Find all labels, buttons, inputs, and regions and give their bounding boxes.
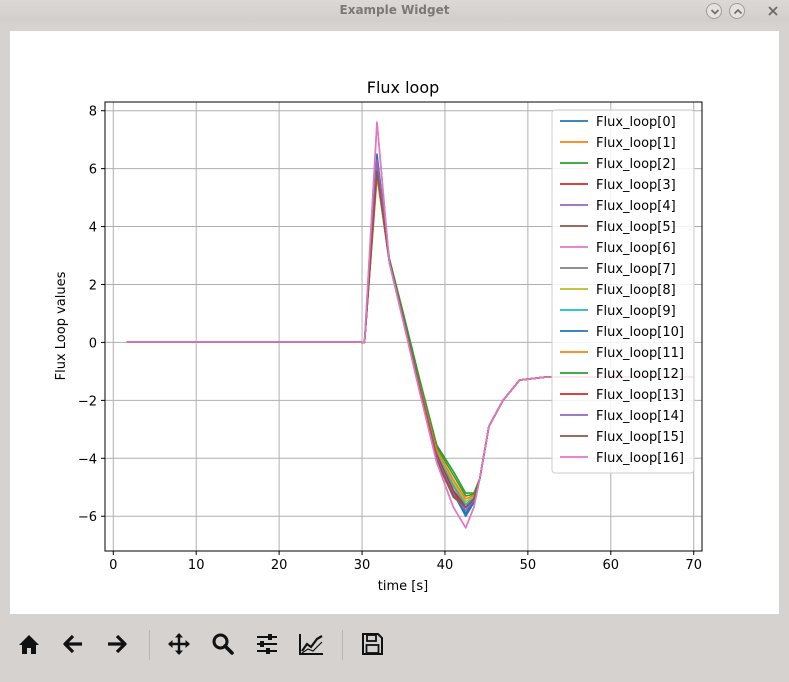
legend-label: Flux_loop[10] — [596, 325, 684, 340]
back-icon — [63, 634, 82, 654]
y-tick-label: 4 — [89, 221, 97, 236]
legend-label: Flux_loop[7] — [596, 262, 676, 277]
edit-axis-button[interactable] — [293, 626, 329, 662]
legend-label: Flux_loop[13] — [596, 388, 684, 403]
y-tick-label: 0 — [89, 336, 97, 351]
save-button[interactable] — [354, 626, 390, 662]
chevron-up-icon — [733, 8, 743, 15]
window-titlebar: Example Widget — [0, 0, 789, 22]
y-tick-label: −6 — [78, 510, 97, 525]
toolbar-separator — [149, 630, 150, 660]
x-tick-label: 40 — [437, 558, 454, 573]
flux-loop-chart: 0 10 20 30 40 50 60 70 −6 −4 −2 0 2 4 6 8 Flux loop ti… — [54, 78, 703, 594]
x-tick-label: 50 — [520, 558, 537, 573]
configure-subplots-button[interactable] — [249, 626, 285, 662]
legend-label: Flux_loop[8] — [596, 283, 676, 298]
home-button[interactable] — [11, 626, 47, 662]
home-icon — [19, 635, 39, 654]
x-tick-label: 20 — [271, 558, 288, 573]
y-tick-label: 6 — [89, 163, 97, 178]
configure-subplots-icon — [257, 634, 277, 654]
toolbar-separator — [342, 630, 343, 660]
pan-button[interactable] — [161, 626, 197, 662]
legend-label: Flux_loop[5] — [596, 220, 676, 235]
legend-label: Flux_loop[16] — [596, 451, 684, 466]
minimize-button[interactable] — [706, 3, 722, 19]
x-tick-label: 0 — [109, 558, 117, 573]
pan-icon — [168, 633, 190, 655]
edit-axis-icon — [299, 634, 323, 655]
y-tick-label: 8 — [89, 105, 97, 120]
legend-label: Flux_loop[12] — [596, 367, 684, 382]
y-axis-label: Flux Loop values — [54, 271, 69, 380]
legend-label: Flux_loop[0] — [596, 115, 676, 130]
chevron-down-icon — [710, 9, 720, 15]
legend-label: Flux_loop[1] — [596, 136, 676, 151]
y-tick-label: −4 — [78, 452, 97, 467]
window-title: Example Widget — [339, 3, 450, 17]
legend-label: Flux_loop[2] — [596, 157, 676, 172]
maximize-button[interactable] — [729, 3, 745, 19]
y-ticks: −6 −4 −2 0 2 4 6 8 — [78, 105, 105, 525]
x-tick-label: 60 — [603, 558, 620, 573]
save-icon — [362, 633, 383, 655]
close-icon — [768, 6, 778, 16]
y-tick-label: 2 — [89, 278, 97, 293]
x-tick-label: 30 — [354, 558, 371, 573]
legend-label: Flux_loop[6] — [596, 241, 676, 256]
x-ticks: 0 10 20 30 40 50 60 70 — [109, 551, 702, 573]
legend: Flux_loop[0] Flux_loop[1] Flux_loop[2] Flux… — [551, 109, 695, 474]
x-axis-label: time [s] — [378, 579, 428, 594]
y-tick-label: −2 — [78, 394, 97, 409]
back-button[interactable] — [55, 626, 91, 662]
legend-label: Flux_loop[9] — [596, 304, 676, 319]
forward-icon — [108, 634, 127, 654]
forward-button[interactable] — [99, 626, 135, 662]
legend-label: Flux_loop[11] — [596, 346, 684, 361]
legend-label: Flux_loop[4] — [596, 199, 676, 214]
chart-title: Flux loop — [367, 78, 440, 97]
zoom-button[interactable] — [205, 626, 241, 662]
navigation-toolbar — [0, 620, 789, 670]
legend-label: Flux_loop[15] — [596, 430, 684, 445]
legend-label: Flux_loop[14] — [596, 409, 684, 424]
zoom-icon — [212, 633, 234, 655]
x-tick-label: 10 — [188, 558, 205, 573]
legend-label: Flux_loop[3] — [596, 178, 676, 193]
close-button[interactable] — [765, 3, 781, 19]
x-tick-label: 70 — [685, 558, 702, 573]
figure-canvas[interactable]: 0 10 20 30 40 50 60 70 −6 −4 −2 0 2 4 6 8 Flux loop ti… — [10, 31, 779, 614]
